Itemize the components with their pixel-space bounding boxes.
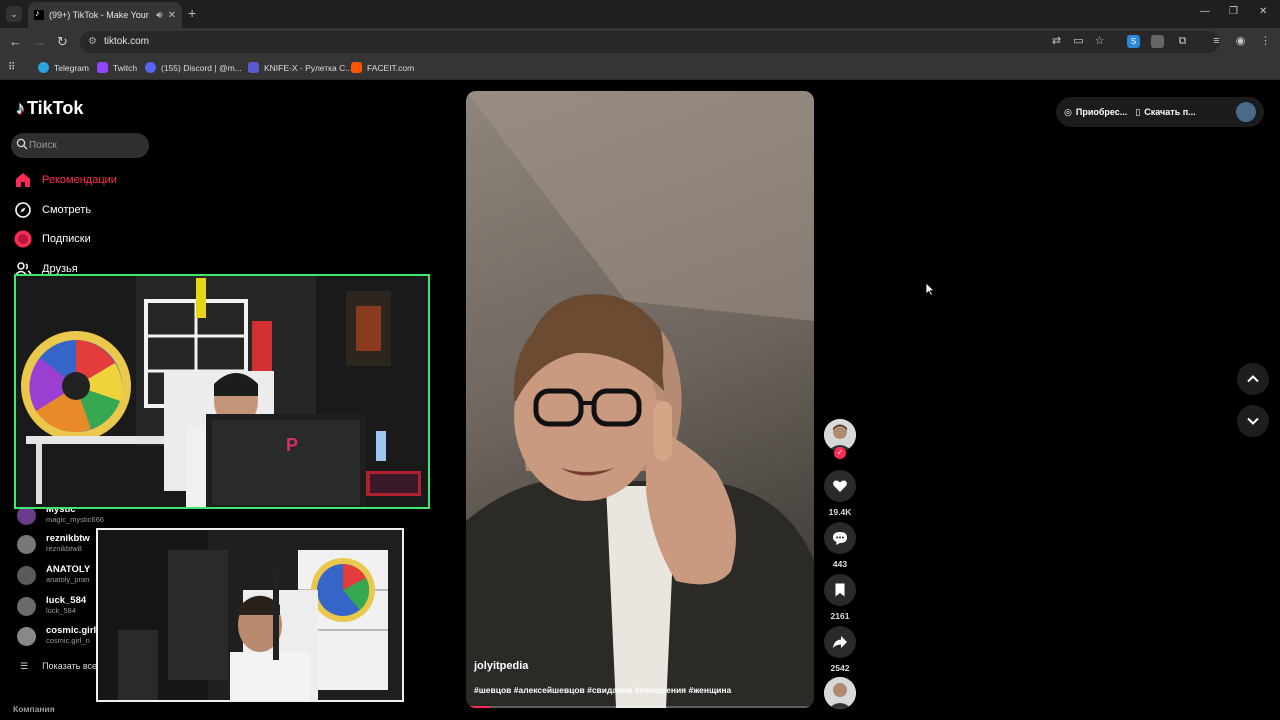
menu-icon[interactable]: ⋮ <box>1259 35 1272 48</box>
comment-count: 443 <box>832 559 848 569</box>
bookmark-twitch[interactable]: Twitch <box>97 62 137 73</box>
bookmark-discord[interactable]: (155) Discord | @m... <box>145 62 242 73</box>
video-player[interactable]: jolyitpedia #шевцов #алексейшевцов #свид… <box>466 91 814 708</box>
like-count: 19.4K <box>828 507 852 517</box>
extension-s-icon[interactable]: S <box>1127 35 1140 48</box>
show-all-button[interactable]: ☰ Показать все <box>20 661 97 672</box>
avatar <box>17 596 36 616</box>
download-app-button[interactable]: ▯ Скачать п... <box>1135 107 1195 118</box>
webcam-overlay-main: P <box>14 274 430 509</box>
follow-button[interactable]: ✓ <box>834 447 846 459</box>
phone-icon: ▯ <box>1135 106 1141 117</box>
bookmark-star-icon[interactable]: ☆ <box>1093 35 1106 48</box>
bookmark-icon <box>835 583 845 597</box>
tiktok-logo[interactable]: ♪ TikTok <box>16 98 83 119</box>
tab-search-button[interactable]: ⌄ <box>6 6 22 22</box>
following-account-row[interactable]: luck_584 luck_584 <box>17 596 86 616</box>
twitch-icon <box>97 62 108 73</box>
home-icon <box>16 173 30 187</box>
site-info-icon[interactable]: ⚙ <box>88 36 100 48</box>
like-button[interactable] <box>824 470 856 502</box>
url-text: tiktok.com <box>104 36 150 47</box>
nav-explore[interactable]: Смотреть <box>14 201 91 219</box>
chevron-up-icon <box>1247 375 1259 383</box>
tiktok-favicon-icon <box>34 8 44 20</box>
extension-icon[interactable] <box>1151 35 1164 48</box>
webcam-scene-image: P <box>16 276 428 507</box>
video-progress-fill <box>466 706 491 708</box>
tiktok-page: ♪ TikTok Рекомендации Смотреть Подписки <box>0 80 1280 720</box>
address-bar[interactable]: ⚙ tiktok.com ⇄ ▭ ☆ <box>80 31 1220 53</box>
forward-icon[interactable]: → <box>33 34 46 49</box>
search-icon <box>16 138 28 150</box>
compass-icon <box>15 202 31 218</box>
knife-x-icon <box>248 62 259 73</box>
profile-icon[interactable]: ◉ <box>1234 35 1247 48</box>
mouse-cursor-icon <box>925 282 935 296</box>
search-input[interactable] <box>29 137 139 154</box>
share-count: 2542 <box>830 663 850 673</box>
save-button[interactable] <box>824 574 856 606</box>
bookmarks-bar: ⠿ Telegram Twitch (155) Discord | @m... … <box>0 56 1280 80</box>
faceit-icon <box>351 62 362 73</box>
svg-text:P: P <box>286 435 298 455</box>
next-video-button[interactable] <box>1237 405 1269 437</box>
video-frame-image <box>466 91 814 708</box>
close-tab-icon[interactable]: ✕ <box>168 10 176 21</box>
tab-title: (99+) TikTok - Make Your Da <box>49 10 151 20</box>
sound-disc[interactable] <box>824 677 856 709</box>
discord-icon <box>145 62 156 73</box>
user-avatar[interactable] <box>1236 102 1256 122</box>
previous-video-button[interactable] <box>1237 363 1269 395</box>
telegram-icon <box>38 62 49 73</box>
get-coins-button[interactable]: ◎ Приобрес... <box>1064 107 1127 118</box>
share-button[interactable] <box>824 626 856 658</box>
restore-icon[interactable]: ❐ <box>1229 6 1238 17</box>
cast-icon[interactable]: ▭ <box>1072 35 1085 48</box>
back-icon[interactable]: ← <box>9 34 22 49</box>
bookmark-faceit[interactable]: FACEIT.com <box>351 62 414 73</box>
search-box[interactable] <box>11 133 149 158</box>
following-account-row[interactable]: reznikbtw reznikbtw8 <box>17 534 90 554</box>
avatar <box>17 534 36 554</box>
bookmark-telegram[interactable]: Telegram <box>38 62 89 73</box>
speaker-icon[interactable]: 🔊︎ <box>156 10 162 21</box>
browser-tabbar: ⌄ (99+) TikTok - Make Your Da 🔊︎ ✕ + — ❐… <box>0 0 1280 28</box>
new-tab-button[interactable]: + <box>188 5 196 21</box>
company-link[interactable]: Компания <box>13 704 55 714</box>
coin-icon: ◎ <box>1064 106 1072 117</box>
tiktok-note-icon: ♪ <box>16 98 25 118</box>
video-hashtags[interactable]: #шевцов #алексейшевцов #свидания #отноше… <box>474 685 731 695</box>
media-control-icon[interactable]: ≡ <box>1210 35 1223 48</box>
translate-icon[interactable]: ⇄ <box>1050 35 1063 48</box>
comment-button[interactable] <box>824 522 856 554</box>
save-count: 2161 <box>830 611 850 621</box>
close-window-icon[interactable]: ✕ <box>1259 6 1267 17</box>
bookmark-knife-x[interactable]: KNIFE-X - Рулетка С... <box>248 62 352 73</box>
video-author[interactable]: jolyitpedia <box>474 660 528 672</box>
minimize-icon[interactable]: — <box>1200 6 1210 17</box>
webcam-overlay-secondary <box>96 528 404 702</box>
comment-icon <box>833 532 847 545</box>
extensions-puzzle-icon[interactable]: ⧉ <box>1176 35 1189 48</box>
reload-icon[interactable]: ↻ <box>57 34 68 50</box>
apps-grid-icon[interactable]: ⠿ <box>8 62 15 73</box>
nav-following[interactable]: Подписки <box>14 230 91 248</box>
avatar <box>17 565 36 585</box>
sound-disc-image <box>824 677 856 709</box>
chevron-down-icon <box>1247 417 1259 425</box>
browser-toolbar: ← → ↻ ⚙ tiktok.com ⇄ ▭ ☆ S ⧉ ≡ ◉ ⋮ <box>0 28 1280 56</box>
video-progress-bar[interactable] <box>466 706 814 708</box>
avatar <box>17 626 36 646</box>
share-icon <box>833 636 847 648</box>
top-right-bar: ◎ Приобрес... ▯ Скачать п... <box>1056 97 1264 127</box>
following-icon <box>14 230 32 248</box>
following-account-row[interactable]: cosmic.girl cosmic.girl_n <box>17 626 96 646</box>
browser-tab[interactable]: (99+) TikTok - Make Your Da 🔊︎ ✕ <box>28 2 182 28</box>
nav-recommended[interactable]: Рекомендации <box>14 171 117 189</box>
following-account-row[interactable]: ANATOLY anatoly_pran <box>17 565 90 585</box>
list-icon: ☰ <box>20 661 29 671</box>
webcam-secondary-image <box>98 530 402 700</box>
heart-icon <box>833 480 847 492</box>
